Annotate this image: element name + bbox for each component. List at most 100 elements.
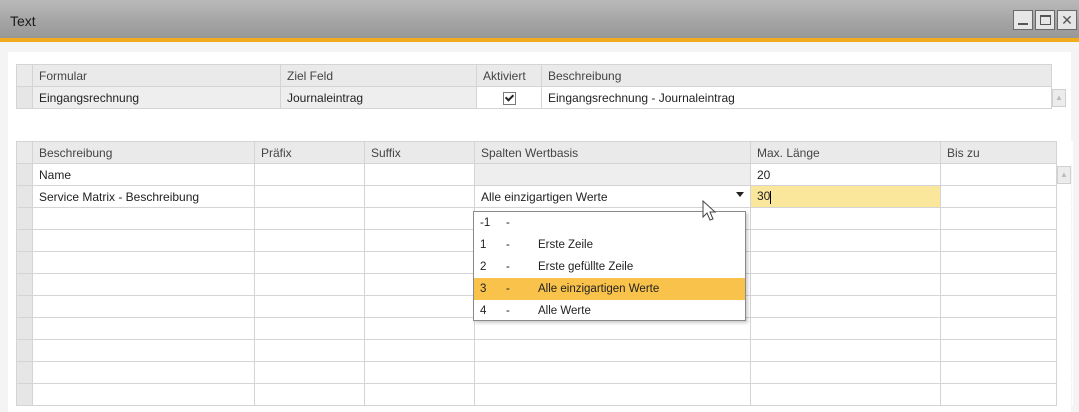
empty-cell[interactable] [750,361,941,384]
empty-cell[interactable] [750,383,941,406]
row-header[interactable] [16,317,33,340]
suffix-cell[interactable] [364,185,475,208]
empty-cell[interactable] [32,361,255,384]
maximize-button[interactable] [1035,10,1055,30]
empty-cell[interactable] [940,229,1057,252]
empty-cell[interactable] [254,317,365,340]
empty-cell[interactable] [364,273,475,296]
empty-cell[interactable] [364,207,475,230]
scroll-up-arrow-icon[interactable]: ▲ [1052,89,1066,107]
table-row[interactable] [16,339,1073,362]
empty-cell[interactable] [254,207,365,230]
header-aktiviert[interactable]: Aktiviert [476,64,542,87]
empty-cell[interactable] [940,317,1057,340]
empty-cell[interactable] [364,317,475,340]
table-row[interactable] [16,383,1073,406]
empty-cell[interactable] [32,229,255,252]
minimize-button[interactable] [1013,10,1033,30]
praefix-cell[interactable] [254,185,365,208]
row-header[interactable] [16,86,33,109]
spalten-cell[interactable] [474,163,751,186]
dropdown-option[interactable]: 1 - Erste Zeile [474,234,745,256]
aktiviert-cell[interactable] [476,86,542,109]
empty-cell[interactable] [940,207,1057,230]
empty-cell[interactable] [364,251,475,274]
row-header[interactable] [16,339,33,362]
row-header[interactable] [16,207,33,230]
empty-cell[interactable] [364,339,475,362]
empty-cell[interactable] [364,229,475,252]
empty-cell[interactable] [364,295,475,318]
table-row[interactable] [16,361,1073,384]
empty-cell[interactable] [750,251,941,274]
empty-cell[interactable] [940,361,1057,384]
empty-cell[interactable] [32,295,255,318]
dropdown-option[interactable]: 2 - Erste gefüllte Zeile [474,256,745,278]
empty-cell[interactable] [940,273,1057,296]
empty-cell[interactable] [254,273,365,296]
empty-cell[interactable] [364,361,475,384]
ziel-feld-cell[interactable]: Journaleintrag [280,86,477,109]
empty-cell[interactable] [364,383,475,406]
empty-cell[interactable] [940,251,1057,274]
empty-cell[interactable] [750,207,941,230]
row-header[interactable] [16,185,33,208]
scroll-up-arrow-icon[interactable]: ▲ [1057,166,1071,184]
bis-zu-cell[interactable] [940,185,1057,208]
dropdown-option[interactable]: 4 - Alle Werte [474,300,745,322]
empty-cell[interactable] [750,229,941,252]
table-row[interactable]: Service Matrix - Beschreibung Alle einzi… [16,185,1073,208]
beschreibung-cell[interactable]: Eingangsrechnung - Journaleintrag [541,86,1052,109]
header-suffix[interactable]: Suffix [364,141,475,164]
row-header[interactable] [16,273,33,296]
table-row[interactable]: Eingangsrechnung Journaleintrag Eingangs… [16,86,1068,109]
header-max-laenge[interactable]: Max. Länge [750,141,941,164]
empty-cell[interactable] [32,273,255,296]
row-header[interactable] [16,295,33,318]
empty-cell[interactable] [254,251,365,274]
empty-cell[interactable] [750,273,941,296]
table-row[interactable]: Name 20 ▲ [16,163,1073,186]
row-header[interactable] [16,163,33,186]
empty-cell[interactable] [254,229,365,252]
empty-cell[interactable] [940,383,1057,406]
beschreibung-cell[interactable]: Service Matrix - Beschreibung [32,185,255,208]
empty-cell[interactable] [940,339,1057,362]
empty-cell[interactable] [32,251,255,274]
empty-cell[interactable] [750,339,941,362]
close-button[interactable]: ✕ [1057,10,1077,30]
dropdown-arrow-icon[interactable] [736,192,744,197]
header-beschreibung[interactable]: Beschreibung [32,141,255,164]
empty-cell[interactable] [254,295,365,318]
empty-cell[interactable] [32,317,255,340]
formular-cell[interactable]: Eingangsrechnung [32,86,281,109]
empty-cell[interactable] [750,295,941,318]
empty-cell[interactable] [750,317,941,340]
empty-cell[interactable] [254,361,365,384]
empty-cell[interactable] [940,295,1057,318]
empty-cell[interactable] [474,339,751,362]
beschreibung-cell[interactable]: Name [32,163,255,186]
header-bis-zu[interactable]: Bis zu [940,141,1057,164]
max-laenge-input[interactable]: 30 [750,185,941,208]
max-laenge-cell[interactable]: 20 [750,163,941,186]
row-header[interactable] [16,361,33,384]
empty-cell[interactable] [32,339,255,362]
suffix-cell[interactable] [364,163,475,186]
empty-cell[interactable] [32,383,255,406]
empty-cell[interactable] [254,339,365,362]
row-header[interactable] [16,383,33,406]
header-praefix[interactable]: Präfix [254,141,365,164]
aktiviert-checkbox[interactable] [502,91,516,105]
empty-cell[interactable] [254,383,365,406]
header-formular[interactable]: Formular [32,64,281,87]
bis-zu-cell[interactable] [940,163,1057,186]
header-spalten-wertbasis[interactable]: Spalten Wertbasis [474,141,751,164]
header-beschreibung[interactable]: Beschreibung [541,64,1052,87]
row-header[interactable] [16,229,33,252]
dropdown-option-selected[interactable]: 3 - Alle einzigartigen Werte [474,278,745,300]
praefix-cell[interactable] [254,163,365,186]
header-ziel-feld[interactable]: Ziel Feld [280,64,477,87]
empty-cell[interactable] [474,383,751,406]
empty-cell[interactable] [32,207,255,230]
